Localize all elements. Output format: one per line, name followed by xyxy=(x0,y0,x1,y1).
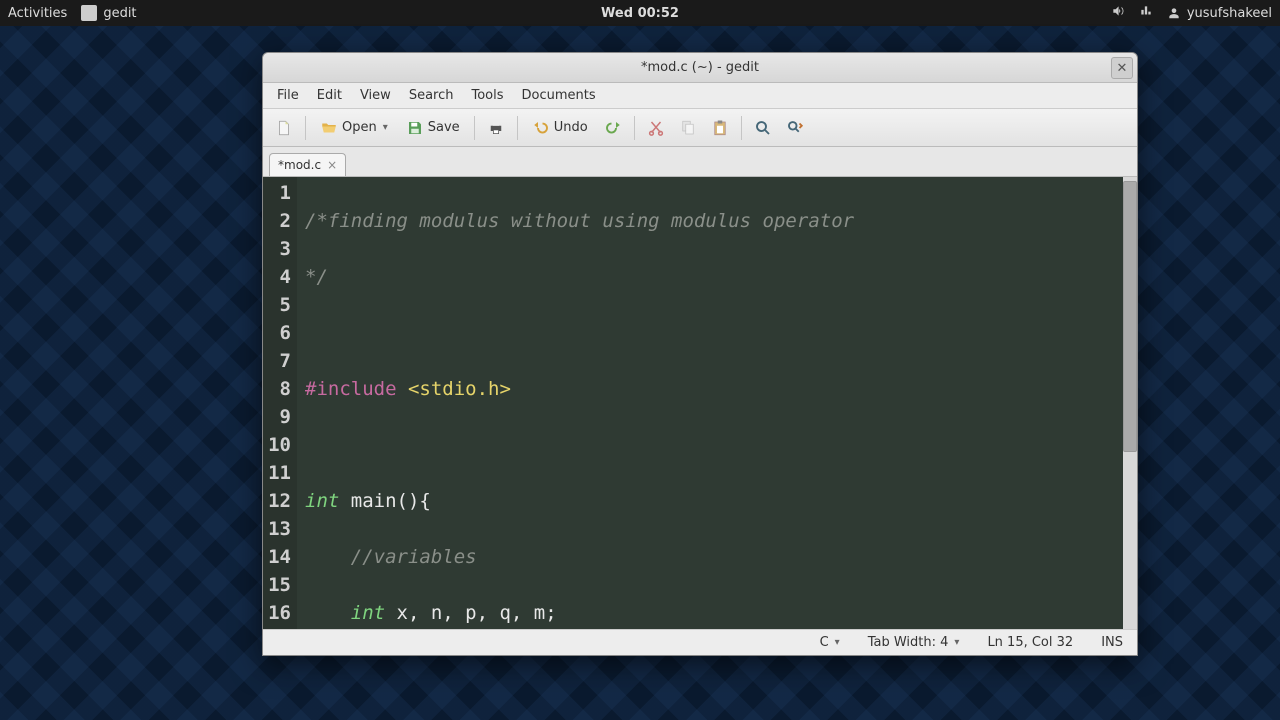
window-close-button[interactable]: ✕ xyxy=(1111,57,1133,79)
user-menu[interactable]: yusufshakeel xyxy=(1167,6,1272,21)
status-insert-mode: INS xyxy=(1101,635,1123,650)
status-tab-width[interactable]: Tab Width: 4▾ xyxy=(868,635,960,650)
line-number-gutter: 123 456 789 101112 131415 16 xyxy=(263,177,297,629)
folder-open-icon xyxy=(320,119,338,137)
redo-button[interactable] xyxy=(600,116,626,140)
tab-bar: *mod.c × xyxy=(263,147,1137,177)
print-icon xyxy=(487,119,505,137)
menu-edit[interactable]: Edit xyxy=(309,86,350,105)
clock[interactable]: Wed 00:52 xyxy=(601,6,679,21)
open-label: Open xyxy=(342,120,377,135)
status-bar: C▾ Tab Width: 4▾ Ln 15, Col 32 INS xyxy=(263,629,1137,655)
redo-icon xyxy=(604,119,622,137)
user-name: yusufshakeel xyxy=(1187,6,1272,21)
menu-search[interactable]: Search xyxy=(401,86,462,105)
toolbar-separator xyxy=(741,116,742,140)
gedit-app-icon xyxy=(81,5,97,21)
user-icon xyxy=(1167,6,1181,20)
document-tab[interactable]: *mod.c × xyxy=(269,153,346,176)
menubar: File Edit View Search Tools Documents xyxy=(263,83,1137,109)
status-cursor-position: Ln 15, Col 32 xyxy=(987,635,1073,650)
toolbar-separator xyxy=(517,116,518,140)
gedit-window: *mod.c (~) - gedit ✕ File Edit View Sear… xyxy=(262,52,1138,656)
network-icon[interactable] xyxy=(1139,4,1153,22)
tab-label: *mod.c xyxy=(278,158,321,172)
chevron-down-icon: ▾ xyxy=(383,122,388,133)
active-app[interactable]: gedit xyxy=(81,5,136,21)
chevron-down-icon: ▾ xyxy=(835,637,840,648)
save-button[interactable]: Save xyxy=(400,116,466,140)
new-file-button[interactable] xyxy=(271,116,297,140)
new-file-icon xyxy=(275,119,293,137)
find-replace-icon xyxy=(786,119,804,137)
undo-label: Undo xyxy=(554,120,588,135)
save-label: Save xyxy=(428,120,460,135)
print-button[interactable] xyxy=(483,116,509,140)
editor: 123 456 789 101112 131415 16 /*finding m… xyxy=(263,177,1137,629)
status-language[interactable]: C▾ xyxy=(820,635,840,650)
find-button[interactable] xyxy=(750,116,776,140)
code-area[interactable]: /*finding modulus without using modulus … xyxy=(297,177,1123,629)
save-icon xyxy=(406,119,424,137)
find-replace-button[interactable] xyxy=(782,116,808,140)
active-app-label: gedit xyxy=(103,6,136,21)
paste-icon xyxy=(711,119,729,137)
window-title: *mod.c (~) - gedit xyxy=(641,60,759,75)
menu-documents[interactable]: Documents xyxy=(514,86,604,105)
undo-icon xyxy=(532,119,550,137)
cut-button[interactable] xyxy=(643,116,669,140)
toolbar-separator xyxy=(474,116,475,140)
vertical-scrollbar[interactable] xyxy=(1123,177,1137,629)
menu-tools[interactable]: Tools xyxy=(463,86,511,105)
open-button[interactable]: Open ▾ xyxy=(314,116,394,140)
chevron-down-icon: ▾ xyxy=(954,637,959,648)
tab-close-icon[interactable]: × xyxy=(327,158,337,172)
undo-button[interactable]: Undo xyxy=(526,116,594,140)
volume-icon[interactable] xyxy=(1111,4,1125,22)
toolbar: Open ▾ Save Undo xyxy=(263,109,1137,147)
paste-button[interactable] xyxy=(707,116,733,140)
gnome-top-bar: Activities gedit Wed 00:52 yusufshakeel xyxy=(0,0,1280,26)
copy-icon xyxy=(679,119,697,137)
search-icon xyxy=(754,119,772,137)
activities-button[interactable]: Activities xyxy=(8,6,67,21)
cut-icon xyxy=(647,119,665,137)
toolbar-separator xyxy=(634,116,635,140)
titlebar[interactable]: *mod.c (~) - gedit ✕ xyxy=(263,53,1137,83)
toolbar-separator xyxy=(305,116,306,140)
menu-file[interactable]: File xyxy=(269,86,307,105)
menu-view[interactable]: View xyxy=(352,86,399,105)
copy-button[interactable] xyxy=(675,116,701,140)
